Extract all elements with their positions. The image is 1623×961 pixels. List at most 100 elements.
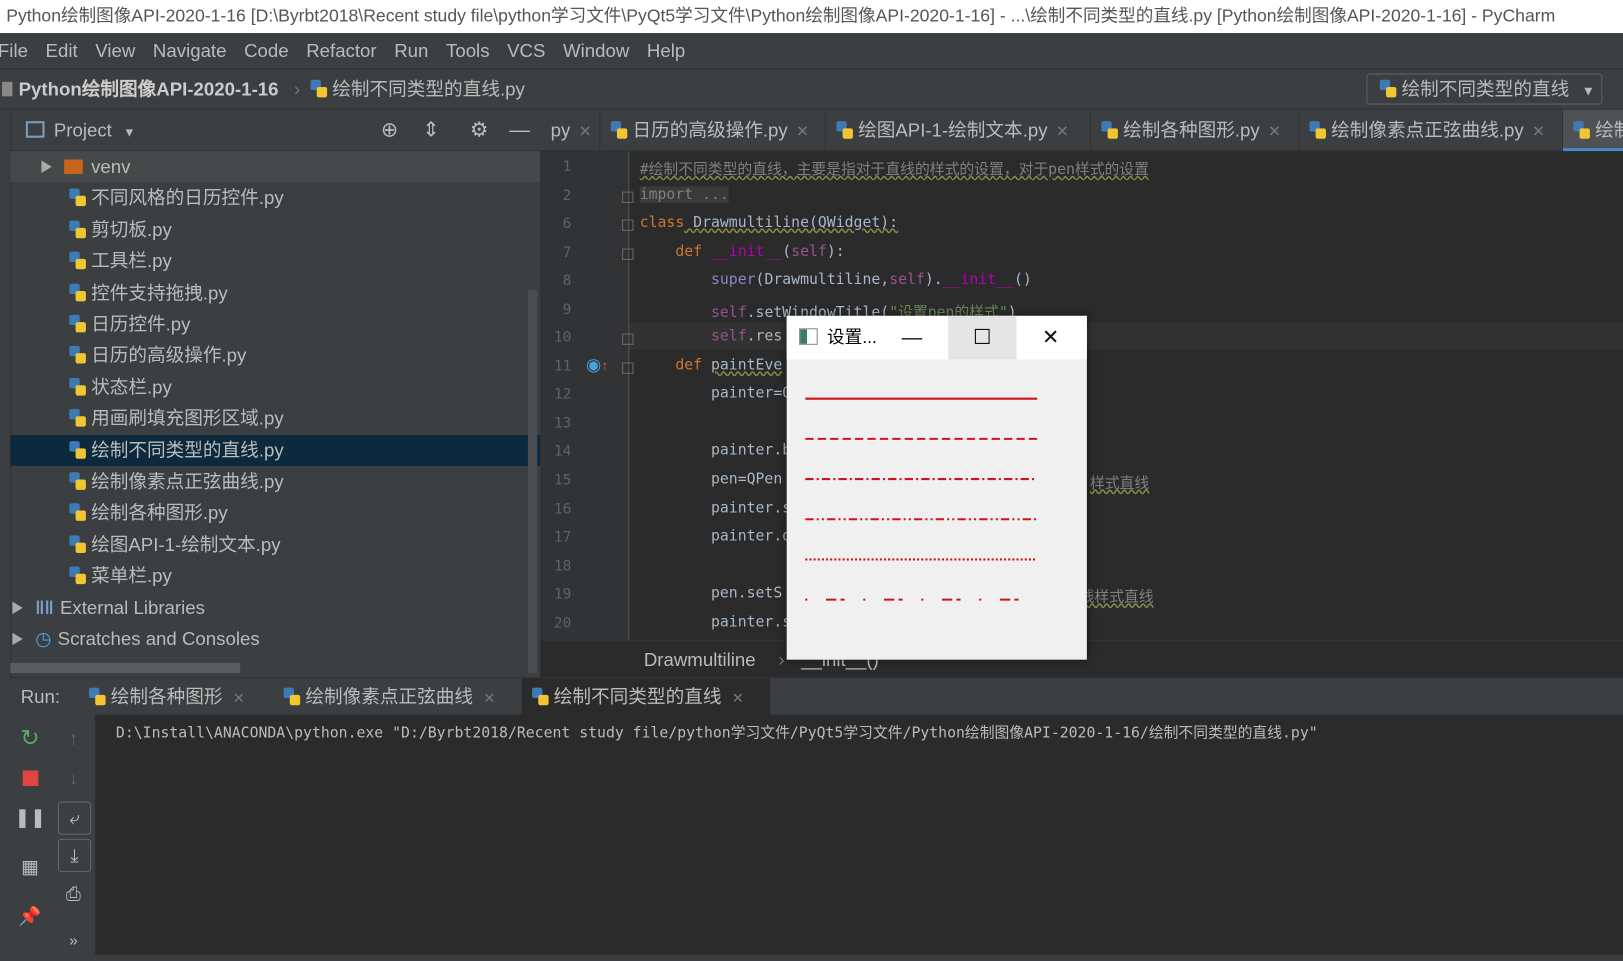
more-icon[interactable]: » (58, 926, 89, 957)
tree-item[interactable]: 绘制不同类型的直线.py (10, 434, 541, 466)
menu-code[interactable]: Code (244, 33, 289, 68)
tree-item[interactable]: 不同风格的日历控件.py (10, 183, 540, 214)
tree-item[interactable]: 状态栏.py (10, 372, 540, 403)
close-tab-icon[interactable]: ✕ (1056, 123, 1069, 141)
tab-label: py (550, 120, 571, 141)
menu-help[interactable]: Help (647, 33, 685, 68)
code-token: class (639, 214, 685, 231)
tab-label: 日历的高级操作.py (632, 120, 788, 141)
editor-tab[interactable]: py ✕ (540, 109, 601, 152)
run-configuration-select[interactable]: 绘制不同类型的直线 ▼ (1366, 73, 1603, 105)
menu-tools[interactable]: Tools (446, 33, 490, 68)
code-line: pen.setS (640, 585, 782, 602)
line-number: 16 (553, 501, 572, 518)
maximize-button[interactable]: ☐ (948, 315, 1017, 360)
collapse-all-icon[interactable]: ⇕ (422, 110, 439, 151)
expand-arrow-icon[interactable] (12, 632, 23, 646)
tree-item[interactable]: ◷ Scratches and Consoles (10, 623, 540, 654)
menu-vcs[interactable]: VCS (507, 33, 545, 68)
override-method-icon[interactable]: ◉↑ (586, 355, 609, 376)
project-title: Project (53, 120, 112, 141)
expand-arrow-icon[interactable] (12, 601, 23, 614)
tab-label: 绘制各种图形.py (1123, 120, 1260, 141)
python-file-icon (69, 314, 86, 334)
menu-refactor[interactable]: Refactor (306, 33, 376, 68)
menu-run[interactable]: Run (394, 33, 428, 68)
close-tab-icon[interactable]: ✕ (579, 123, 592, 141)
tree-item[interactable]: 日历的高级操作.py (10, 340, 540, 371)
print-icon[interactable]: ⎙ (58, 878, 89, 909)
close-button[interactable]: ✕ (1016, 316, 1084, 359)
menu-window[interactable]: Window (563, 33, 629, 68)
code-token: .res (746, 328, 783, 345)
line-number: 9 (562, 301, 572, 318)
code-token: ): (826, 243, 845, 260)
editor-tab[interactable]: 日历的高级操作.py ✕ (600, 109, 827, 152)
horizontal-scrollbar[interactable] (10, 662, 241, 674)
tree-item[interactable]: 剪切板.py (10, 214, 540, 245)
tree-item[interactable]: 工具栏.py (10, 246, 540, 277)
python-run-icon (1379, 79, 1397, 99)
scroll-to-end-icon[interactable]: ⤓ (57, 838, 92, 872)
expand-arrow-icon[interactable] (41, 160, 52, 173)
menu-edit[interactable]: Edit (46, 33, 78, 68)
pin-icon[interactable]: 📌 (14, 901, 45, 932)
run-tab[interactable]: 绘制像素点正弦曲线 ✕ (273, 678, 526, 715)
fold-collapse-icon[interactable] (622, 248, 634, 260)
tree-item[interactable]: 绘制像素点正弦曲线.py (10, 466, 540, 497)
nav-project[interactable]: Python绘制图像API-2020-1-16 (19, 69, 279, 108)
pause-icon[interactable]: ❚❚ (14, 802, 45, 833)
minimize-button[interactable]: — (878, 316, 946, 359)
editor-tab[interactable]: 绘图API-1-绘制文本.py ✕ (826, 109, 1091, 152)
arrow-up-icon[interactable]: ↑ (58, 723, 89, 754)
menu-file[interactable]: File (0, 33, 28, 68)
editor-tab[interactable]: 绘制像素点正弦曲线.py ✕ (1299, 109, 1564, 152)
line-number: 15 (553, 472, 572, 489)
code-token: import ... (639, 186, 729, 203)
vertical-scrollbar[interactable] (527, 289, 538, 674)
close-tab-icon[interactable]: ✕ (479, 690, 495, 707)
arrow-down-icon[interactable]: ↓ (58, 762, 89, 793)
fold-collapse-icon[interactable] (622, 333, 634, 345)
tree-item[interactable]: 绘制各种图形.py (10, 497, 540, 528)
tree-item-label: 不同风格的日历控件.py (91, 187, 284, 209)
tree-item[interactable]: venv (10, 151, 541, 183)
hide-icon[interactable]: — (509, 110, 530, 151)
tree-item[interactable]: 菜单栏.py (10, 560, 540, 591)
run-tab[interactable]: 绘制各种图形 ✕ (79, 678, 274, 715)
editor-tab[interactable]: 绘制各种图形.py ✕ (1091, 109, 1300, 152)
tree-item[interactable]: 绘图API-1-绘制文本.py (10, 529, 540, 560)
gear-icon[interactable]: ⚙ (470, 110, 489, 151)
rerun-icon[interactable]: ↻ (14, 723, 45, 754)
locate-icon[interactable]: ⊕ (381, 110, 398, 151)
run-console[interactable]: D:\Install\ANACONDA\python.exe "D:/Byrbt… (95, 714, 1623, 955)
breadcrumb-class[interactable]: Drawmultiline (644, 641, 756, 678)
close-tab-icon[interactable]: ✕ (1268, 123, 1281, 141)
soft-wrap-icon[interactable]: ⤶ (57, 801, 92, 835)
close-tab-icon[interactable]: ✕ (728, 690, 744, 707)
tree-item[interactable]: 用画刷填充图形区域.py (10, 403, 540, 434)
project-view-select[interactable]: Project ▼ (54, 110, 136, 153)
tree-item[interactable]: 日历控件.py (10, 309, 540, 340)
tree-item[interactable]: ǁǁ External Libraries (10, 592, 540, 623)
close-tab-icon[interactable]: ✕ (1532, 123, 1545, 141)
fold-collapse-icon[interactable] (622, 362, 634, 374)
python-file-icon (69, 188, 86, 208)
line-gutter: 1 2 6 7 8 9 10 11 12 13 14 15 16 17 18 19 20 (540, 151, 629, 641)
close-tab-icon[interactable]: ✕ (229, 690, 245, 707)
menu-view[interactable]: View (95, 33, 135, 68)
editor-tab[interactable]: 绘制 (1563, 109, 1623, 152)
stop-icon[interactable] (14, 762, 45, 793)
tree-item-label: 菜单栏.py (91, 565, 172, 587)
code-line: painter.s (640, 500, 791, 517)
layout-icon[interactable]: ▦ (14, 851, 45, 882)
run-tab[interactable]: 绘制不同类型的直线 ✕ (521, 678, 771, 716)
close-tab-icon[interactable]: ✕ (796, 123, 809, 141)
menu-navigate[interactable]: Navigate (153, 33, 227, 68)
pen-style-lines (805, 397, 1038, 601)
code-token: self (791, 243, 827, 260)
tree-item[interactable]: 控件支持拖拽.py (10, 277, 540, 308)
nav-file[interactable]: 绘制不同类型的直线.py (310, 69, 525, 108)
fold-collapse-icon[interactable] (622, 219, 634, 231)
fold-expand-icon[interactable] (622, 191, 634, 203)
